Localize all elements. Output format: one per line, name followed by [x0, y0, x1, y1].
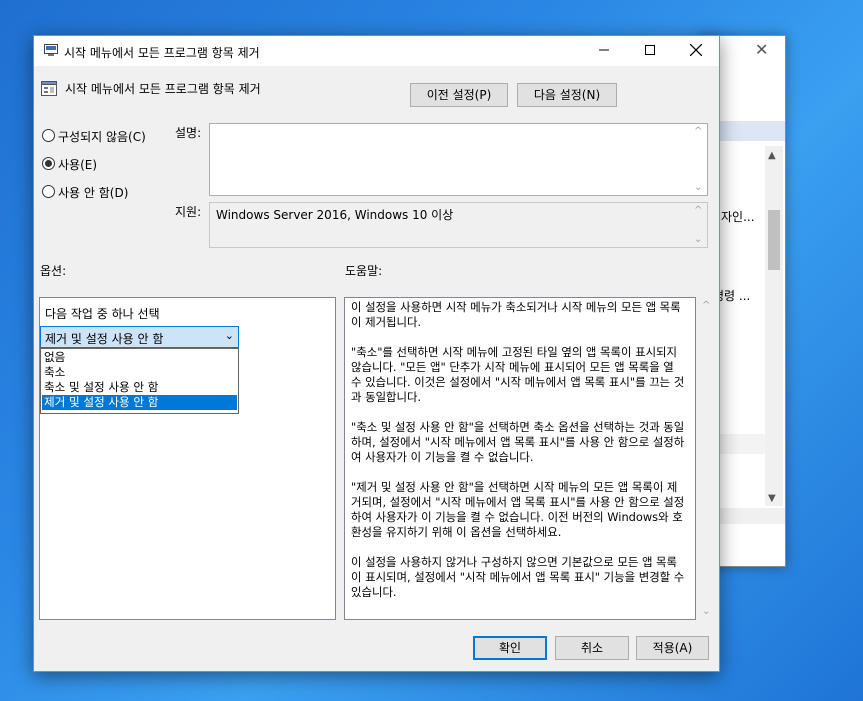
options-label: 옵션: — [40, 264, 67, 278]
help-paragraph: "축소"를 선택하면 시작 메뉴에 고정된 타일 옆의 앱 목록이 표시되지 않… — [351, 345, 685, 404]
help-label: 도움말: — [345, 264, 383, 278]
policy-icon — [44, 44, 58, 56]
dropdown-option[interactable]: 축소 — [42, 365, 237, 380]
minimize-button[interactable] — [581, 36, 627, 66]
close-icon[interactable]: ✕ — [755, 40, 768, 59]
ok-button[interactable]: 확인 — [473, 636, 547, 660]
scroll-up-icon[interactable]: ^ — [694, 205, 702, 216]
window-title: 시작 메뉴에서 모든 프로그램 항목 제거 — [64, 46, 260, 60]
maximize-button[interactable] — [627, 36, 673, 66]
supported-text: Windows Server 2016, Windows 10 이상 — [216, 208, 454, 222]
help-paragraph: "제거 및 설정 사용 안 함"을 선택하면 시작 메뉴의 모든 앱 목록이 제… — [351, 480, 685, 539]
dropdown-option[interactable]: 축소 및 설정 사용 안 함 — [42, 380, 237, 395]
supported-scrollbar[interactable]: ^ ⌄ — [690, 203, 707, 247]
help-panel: 이 설정을 사용하면 시작 메뉴가 축소되거나 시작 메뉴의 모든 앱 목록이 … — [344, 297, 696, 620]
supported-textbox: Windows Server 2016, Windows 10 이상 ^ ⌄ — [209, 202, 708, 248]
title-bar[interactable]: 시작 메뉴에서 모든 프로그램 항목 제거 — [34, 36, 719, 66]
dropdown-option[interactable]: 없음 — [42, 350, 237, 365]
help-paragraph: 이 설정을 사용하면 시작 메뉴가 축소되거나 시작 메뉴의 모든 앱 목록이 … — [351, 300, 681, 329]
help-paragraph: 이 설정을 사용하지 않거나 구성하지 않으면 기본값으로 모든 앱 목록이 표… — [351, 555, 685, 599]
radio-circle[interactable] — [42, 157, 55, 170]
radio-label: 사용 안 함(D) — [58, 186, 129, 200]
close-button[interactable] — [673, 36, 719, 66]
scroll-down-icon[interactable]: ⌄ — [694, 234, 702, 245]
scroll-up-icon[interactable]: ^ — [702, 300, 710, 311]
policy-dialog: 시작 메뉴에서 모든 프로그램 항목 제거 시작 메뉴에서 모든 프로그램 항목… — [33, 35, 720, 672]
radio-label: 구성되지 않음(C) — [58, 130, 146, 144]
combobox-value: 제거 및 설정 사용 안 함 — [45, 332, 164, 346]
scroll-up-icon[interactable]: ▲ — [768, 150, 776, 161]
close-icon — [689, 43, 703, 57]
help-scrollbar[interactable]: ^ ⌄ — [698, 298, 715, 619]
scroll-up-icon[interactable]: ^ — [694, 126, 702, 137]
radio-label: 사용(E) — [58, 158, 98, 172]
scroll-down-icon[interactable]: ▼ — [768, 493, 776, 504]
options-combobox[interactable]: 제거 및 설정 사용 안 함 ⌄ — [40, 326, 239, 348]
scroll-thumb[interactable] — [768, 210, 780, 270]
scroll-down-icon[interactable]: ⌄ — [702, 606, 710, 617]
cancel-button[interactable]: 취소 — [555, 636, 629, 660]
dropdown-option-selected[interactable]: 제거 및 설정 사용 안 함 — [42, 395, 237, 410]
help-text: 이 설정을 사용하면 시작 메뉴가 축소되거나 시작 메뉴의 모든 앱 목록이 … — [351, 300, 685, 615]
maximize-icon — [645, 45, 655, 55]
radio-circle[interactable] — [42, 185, 55, 198]
radio-circle[interactable] — [42, 129, 55, 142]
comment-scrollbar[interactable]: ^ ⌄ — [690, 124, 707, 195]
options-dropdown-list: 없음 축소 축소 및 설정 사용 안 함 제거 및 설정 사용 안 함 — [40, 348, 239, 414]
vertical-scrollbar[interactable]: ▲ ▼ — [765, 146, 783, 506]
background-text: 자인... — [721, 210, 755, 224]
policy-setting-icon — [41, 81, 57, 96]
options-prompt: 다음 작업 중 하나 선택 — [45, 307, 160, 321]
minimize-icon — [599, 49, 609, 51]
prev-setting-button[interactable]: 이전 설정(P) — [410, 83, 508, 107]
comment-label: 설명: — [175, 126, 202, 140]
help-paragraph: "축소 및 설정 사용 안 함"을 선택하면 축소 옵션을 선택하는 것과 동일… — [351, 420, 685, 464]
chevron-down-icon[interactable]: ⌄ — [225, 329, 234, 342]
setting-title: 시작 메뉴에서 모든 프로그램 항목 제거 — [65, 82, 261, 96]
next-setting-button[interactable]: 다음 설정(N) — [517, 83, 617, 107]
supported-label: 지원: — [175, 205, 202, 219]
apply-button[interactable]: 적용(A) — [636, 636, 709, 660]
comment-textbox[interactable]: ^ ⌄ — [209, 123, 708, 196]
scroll-down-icon[interactable]: ⌄ — [694, 182, 702, 193]
